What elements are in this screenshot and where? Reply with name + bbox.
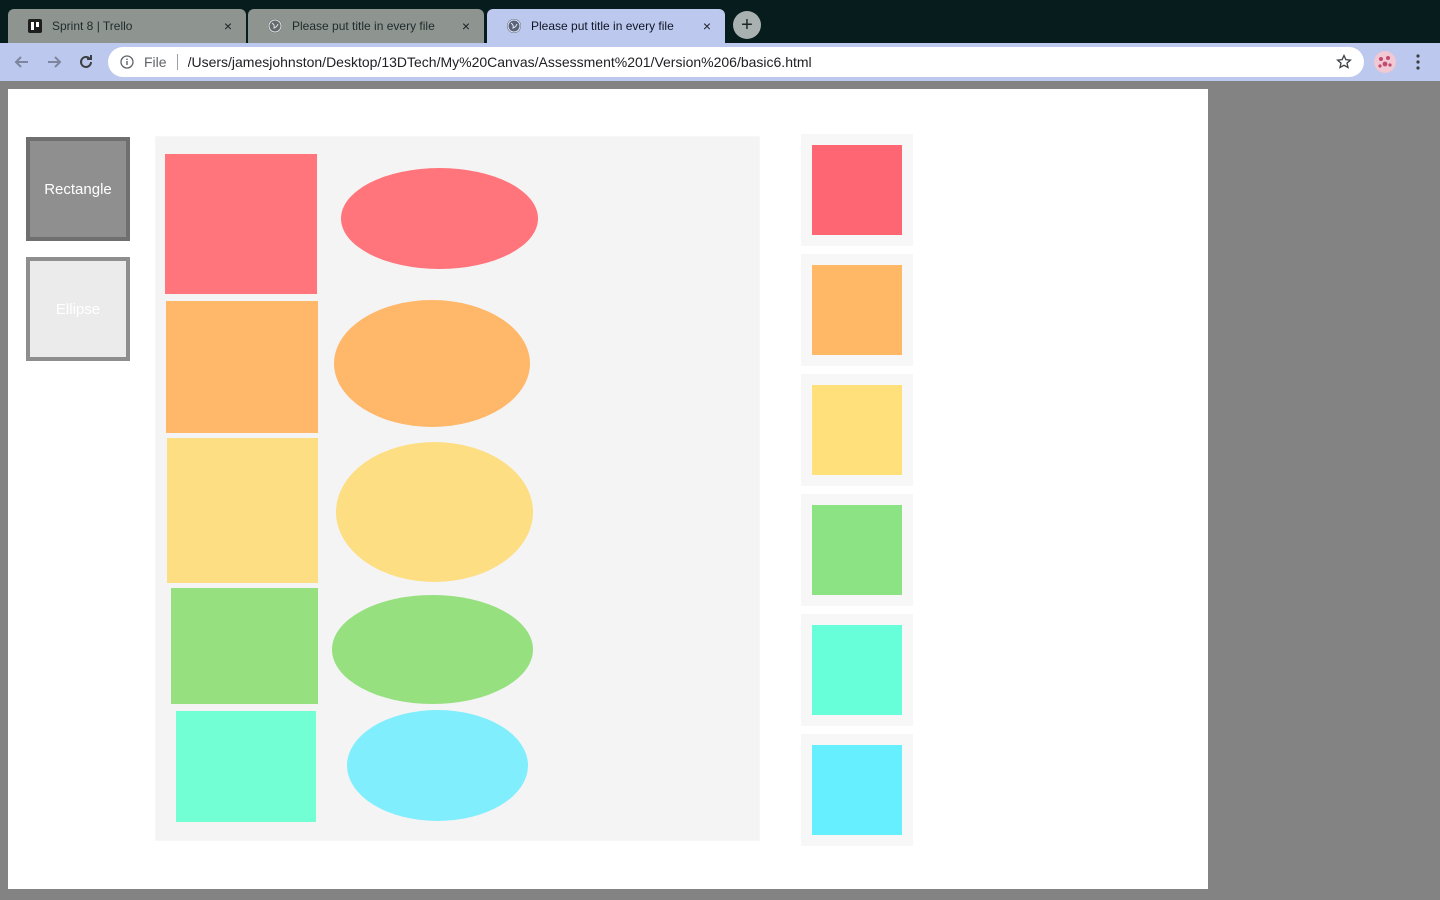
page-viewport: Rectangle Ellipse <box>8 89 1208 889</box>
back-button[interactable] <box>10 50 34 74</box>
url-scheme-label: File <box>144 54 167 70</box>
trello-icon <box>28 19 42 33</box>
browser-toolbar: File /Users/jamesjohnston/Desktop/13DTec… <box>0 43 1440 81</box>
swatch-color-fill <box>812 145 902 235</box>
color-swatch-orange[interactable] <box>801 254 913 366</box>
color-swatch-teal[interactable] <box>801 614 913 726</box>
forward-button[interactable] <box>42 50 66 74</box>
rectangle-tool-button[interactable]: Rectangle <box>26 137 130 241</box>
ellipse-tool-button[interactable]: Ellipse <box>26 257 130 361</box>
swatch-color-fill <box>812 385 902 475</box>
color-swatch-red[interactable] <box>801 134 913 246</box>
tab-title: Sprint 8 | Trello <box>52 19 133 33</box>
color-swatch-green[interactable] <box>801 494 913 606</box>
drawn-rectangle <box>166 301 318 433</box>
tab-title: Please put title in every file <box>531 19 674 33</box>
arrow-left-icon <box>14 56 28 68</box>
reload-icon <box>80 55 92 68</box>
drawn-rectangle <box>176 711 316 822</box>
color-swatch-yellow[interactable] <box>801 374 913 486</box>
drawn-ellipse <box>341 168 538 269</box>
arrow-right-icon <box>48 56 62 68</box>
kebab-menu-icon[interactable] <box>1408 50 1428 74</box>
tab-title: Please put title in every file <box>292 19 435 33</box>
swatch-color-fill <box>812 745 902 835</box>
drawn-ellipse <box>336 442 533 582</box>
drawn-rectangle <box>167 438 318 583</box>
drawing-canvas[interactable] <box>155 136 760 841</box>
bookmark-star-icon[interactable] <box>1334 52 1354 72</box>
swatch-color-fill <box>812 505 902 595</box>
swatch-color-fill <box>812 265 902 355</box>
tab-page-1[interactable]: Please put title in every file × <box>248 9 484 43</box>
drawn-rectangle <box>165 154 317 294</box>
new-tab-button[interactable]: + <box>733 11 761 39</box>
globe-icon <box>268 19 282 33</box>
tab-page-2-active[interactable]: Please put title in every file × <box>487 9 725 43</box>
close-tab-icon[interactable]: × <box>458 18 474 34</box>
drawn-ellipse <box>347 710 528 821</box>
address-bar[interactable]: File /Users/jamesjohnston/Desktop/13DTec… <box>108 47 1364 77</box>
divider <box>176 54 178 70</box>
drawn-rectangle <box>171 588 318 704</box>
swatch-color-fill <box>812 625 902 715</box>
close-tab-icon[interactable]: × <box>220 18 236 34</box>
reload-button[interactable] <box>74 50 98 74</box>
globe-icon <box>507 19 521 33</box>
info-icon[interactable] <box>120 55 134 69</box>
tab-strip: Sprint 8 | Trello × Please put title in … <box>0 0 1440 43</box>
drawn-ellipse <box>332 595 533 704</box>
close-tab-icon[interactable]: × <box>699 18 715 34</box>
url-text[interactable]: /Users/jamesjohnston/Desktop/13DTech/My%… <box>188 54 1334 70</box>
color-swatch-cyan[interactable] <box>801 734 913 846</box>
drawn-ellipse <box>334 300 530 427</box>
profile-avatar[interactable] <box>1374 51 1396 73</box>
tab-trello[interactable]: Sprint 8 | Trello × <box>8 9 246 43</box>
